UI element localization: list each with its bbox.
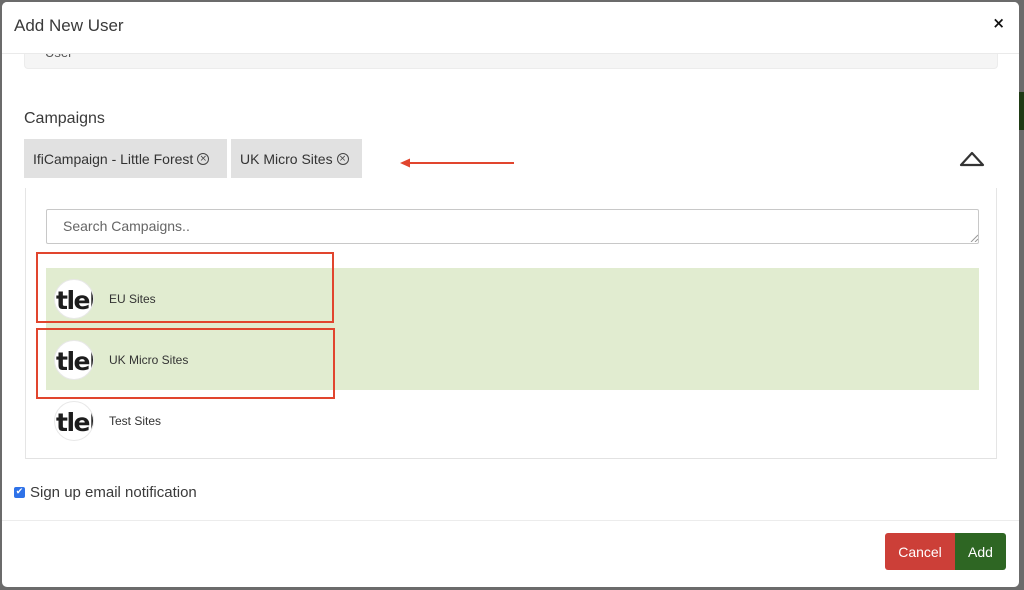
email-notification-label[interactable]: Sign up email notification	[30, 484, 197, 501]
annotation-arrow-icon	[400, 158, 514, 168]
campaign-name: Test Sites	[109, 413, 162, 428]
cancel-button[interactable]: Cancel	[885, 533, 955, 570]
tag-label: IfiCampaign - Little Forest	[33, 150, 194, 167]
close-button[interactable]: ×	[992, 14, 1005, 32]
campaigns-dropdown: tleF EU Sites tleF UK Micro Sites tleF T…	[25, 188, 997, 459]
campaign-logo: tleF	[54, 339, 94, 380]
collapse-caret-icon[interactable]	[958, 150, 986, 168]
campaign-name: UK Micro Sites	[109, 352, 189, 367]
selected-campaign-tag[interactable]: IfiCampaign - Little Forest ×	[24, 139, 227, 178]
add-user-modal: User Add New User × Campaigns IfiCampaig…	[2, 2, 1019, 587]
campaign-option[interactable]: tleF EU Sites	[46, 268, 979, 329]
campaign-option[interactable]: tleF Test Sites	[46, 390, 979, 451]
modal-title: Add New User	[14, 16, 124, 35]
campaigns-label: Campaigns	[24, 110, 105, 127]
email-notification-checkbox[interactable]: ✔	[14, 487, 25, 498]
remove-tag-icon[interactable]: ×	[197, 152, 210, 165]
add-button[interactable]: Add	[955, 533, 1006, 570]
modal-header: Add New User ×	[2, 2, 1019, 54]
selected-campaign-tag[interactable]: UK Micro Sites ×	[231, 139, 362, 178]
search-campaigns-input[interactable]	[46, 209, 979, 244]
footer-divider	[2, 520, 1019, 521]
campaign-name: EU Sites	[109, 291, 156, 306]
campaign-logo: tleF	[54, 278, 94, 319]
campaign-option[interactable]: tleF UK Micro Sites	[46, 329, 979, 390]
campaign-logo: tleF	[54, 400, 94, 441]
email-notification-row: ✔ Sign up email notification	[14, 484, 197, 501]
tag-label: UK Micro Sites	[240, 150, 333, 167]
remove-tag-icon[interactable]: ×	[336, 152, 349, 165]
